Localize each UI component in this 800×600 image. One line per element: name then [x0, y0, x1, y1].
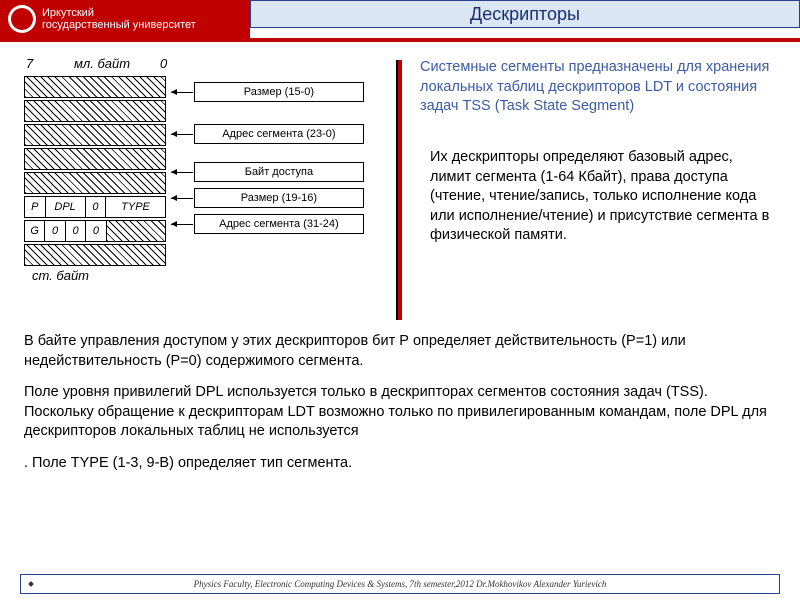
university-name-1: Иркутский	[42, 7, 196, 19]
byte-row	[24, 148, 166, 170]
vertical-red-bar	[396, 60, 402, 320]
label-addr2: Адрес сегмента (31-24)	[194, 214, 364, 234]
bit-p: P	[25, 197, 46, 217]
bit-dpl: DPL	[46, 197, 86, 217]
bit-0: 0	[45, 221, 65, 241]
paragraph-3: В байте управления доступом у этих дескр…	[24, 332, 774, 371]
ml-byte-label: мл. байт	[74, 56, 130, 71]
label-size: Размер (15-0)	[194, 82, 364, 102]
st-byte-label: ст. байт	[32, 268, 166, 283]
bit-g: G	[25, 221, 45, 241]
byte-row	[24, 244, 166, 266]
label-size2: Размер (19-16)	[194, 188, 364, 208]
bit-label-0: 0	[160, 56, 167, 71]
size-byte-row: G 0 0 0	[24, 220, 166, 242]
bit-hatched	[107, 221, 165, 241]
page-title: Дескрипторы	[250, 0, 800, 28]
label-access: Байт доступа	[194, 162, 364, 182]
byte-row	[24, 172, 166, 194]
bit-0: 0	[86, 221, 106, 241]
byte-row	[24, 76, 166, 98]
byte-row	[24, 124, 166, 146]
bit-0: 0	[86, 197, 107, 217]
logo-icon	[8, 5, 36, 33]
bit-label-7: 7	[26, 56, 33, 71]
bit-type: TYPE	[106, 197, 165, 217]
paragraph-1: Системные сегменты предназначены для хра…	[420, 58, 780, 117]
bit-0: 0	[66, 221, 86, 241]
descriptor-diagram: 7 мл. байт 0 P DPL 0 TYPE G 0 0 0	[24, 56, 364, 283]
university-logo-area: Иркутский государственный университет	[0, 0, 250, 38]
university-name-2: государственный университет	[42, 19, 196, 31]
access-byte-row: P DPL 0 TYPE	[24, 196, 166, 218]
paragraph-5: . Поле TYPE (1-3, 9-B) определяет тип се…	[24, 454, 774, 474]
paragraph-4: Поле уровня привилегий DPL используется …	[24, 383, 774, 442]
paragraph-2: Их дескрипторы определяют базовый адрес,…	[430, 148, 775, 246]
divider	[0, 38, 800, 42]
byte-row	[24, 100, 166, 122]
footer-credit: Physics Faculty, Electronic Computing De…	[20, 574, 780, 594]
label-addr1: Адрес сегмента (23-0)	[194, 124, 364, 144]
